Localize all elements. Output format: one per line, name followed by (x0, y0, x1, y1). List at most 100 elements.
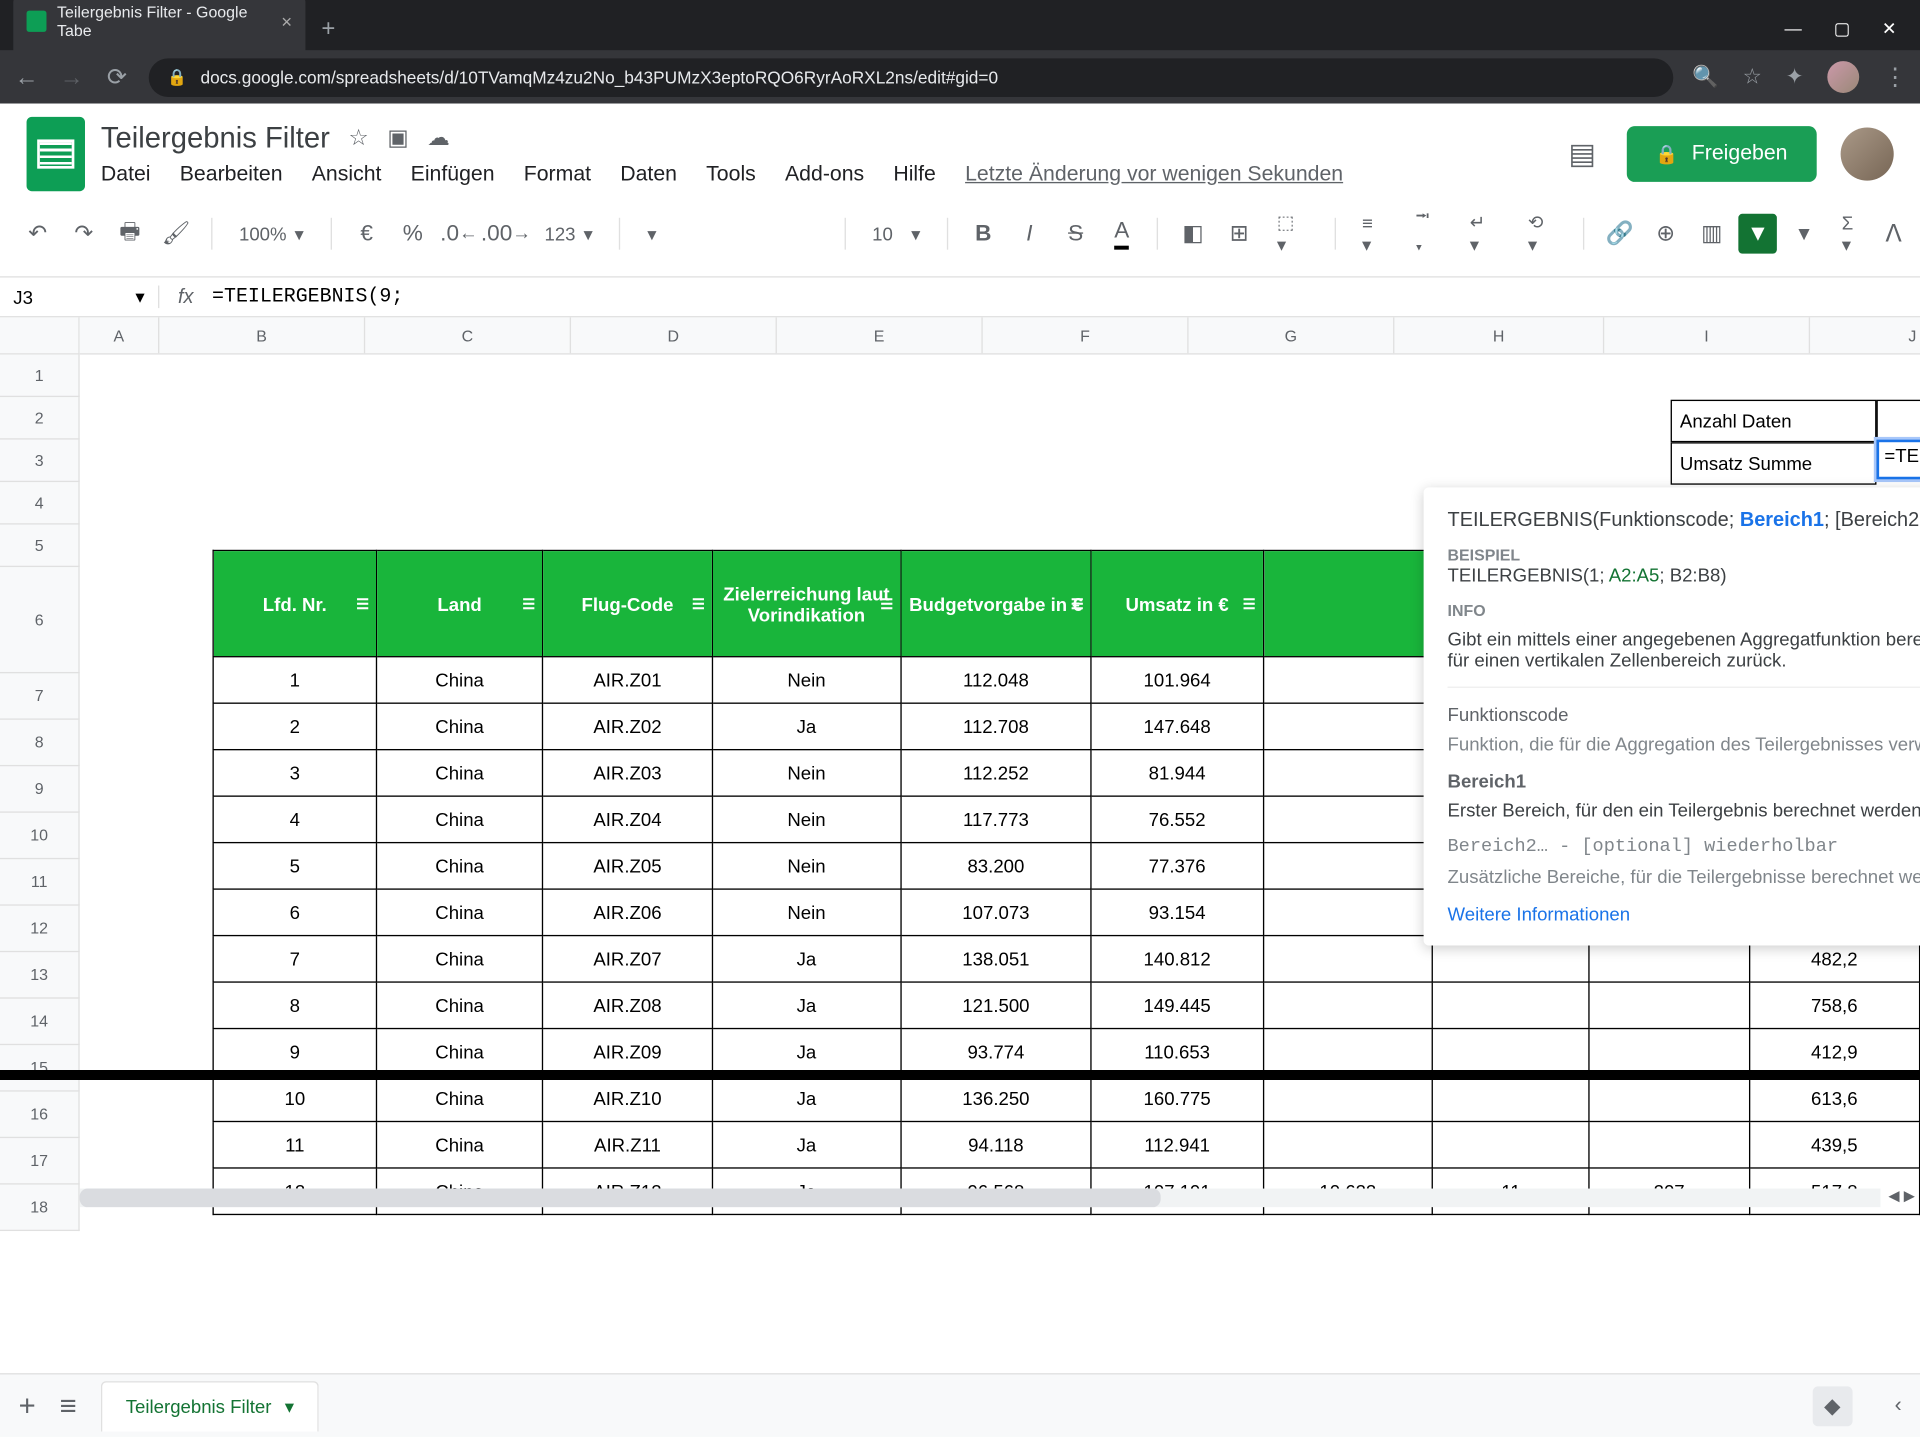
cell[interactable] (1433, 1029, 1590, 1075)
row-header[interactable]: 5 (0, 525, 80, 567)
cell[interactable]: China (377, 796, 543, 842)
undo-icon[interactable]: ↶ (19, 214, 57, 254)
cell[interactable]: China (377, 703, 543, 749)
column-header[interactable]: J (1810, 317, 1920, 353)
cell[interactable]: Nein (712, 843, 900, 889)
cell[interactable]: 758,6 (1749, 982, 1920, 1028)
bookmark-icon[interactable]: ☆ (1743, 64, 1762, 91)
row-header[interactable]: 3 (0, 440, 80, 482)
cell[interactable]: 6 (213, 889, 376, 935)
cell[interactable]: AIR.Z01 (543, 657, 713, 703)
cell[interactable]: 107.073 (901, 889, 1092, 935)
cell[interactable]: 76.552 (1091, 796, 1263, 842)
cell[interactable] (1433, 1121, 1590, 1167)
row-header[interactable]: 9 (0, 766, 80, 812)
chart-icon[interactable]: ▥ (1693, 214, 1731, 254)
side-panel-toggle-icon[interactable]: ‹ (1895, 1394, 1902, 1418)
cell[interactable]: 8 (213, 982, 376, 1028)
cell[interactable]: AIR.Z04 (543, 796, 713, 842)
menu-insert[interactable]: Einfügen (411, 163, 495, 187)
row-header[interactable]: 7 (0, 673, 80, 719)
row-header[interactable]: 6 (0, 567, 80, 673)
cell[interactable]: 613,6 (1749, 1075, 1920, 1121)
extension-icon[interactable]: ✦ (1786, 64, 1804, 91)
close-window-icon[interactable]: ✕ (1882, 19, 1896, 40)
row-header[interactable]: 14 (0, 999, 80, 1045)
row-header[interactable]: 1 (0, 355, 80, 397)
row-header[interactable]: 13 (0, 952, 80, 998)
browser-menu-icon[interactable]: ⋮ (1883, 63, 1907, 91)
cell[interactable]: 101.964 (1091, 657, 1263, 703)
summary-value-1[interactable] (1876, 400, 1920, 442)
cell[interactable]: 112.708 (901, 703, 1092, 749)
cell[interactable]: China (377, 889, 543, 935)
spreadsheet-grid[interactable]: ABCDEFGHIJKL 123456789101112131415161718… (0, 317, 1920, 1273)
forward-icon[interactable]: → (58, 63, 85, 91)
cell[interactable]: Ja (712, 982, 900, 1028)
row-header[interactable]: 10 (0, 813, 80, 859)
redo-icon[interactable]: ↷ (65, 214, 103, 254)
cell[interactable] (1263, 703, 1433, 749)
row-header[interactable]: 8 (0, 720, 80, 766)
cell[interactable] (1263, 889, 1433, 935)
cell[interactable] (1589, 982, 1749, 1028)
move-icon[interactable]: ▣ (387, 125, 408, 152)
cell[interactable]: 112.252 (901, 750, 1092, 796)
cell[interactable]: 94.118 (901, 1121, 1092, 1167)
h-scrollbar[interactable] (80, 1189, 1881, 1208)
sheet-tab-active[interactable]: Teilergebnis Filter ▾ (101, 1380, 320, 1430)
last-edit-link[interactable]: Letzte Änderung vor wenigen Sekunden (965, 163, 1343, 187)
cell[interactable] (1263, 1029, 1433, 1075)
share-button[interactable]: 🔒 Freigeben (1626, 126, 1817, 182)
column-header[interactable]: B (159, 317, 365, 353)
cell[interactable]: 83.200 (901, 843, 1092, 889)
cell[interactable]: 110.653 (1091, 1029, 1263, 1075)
cell[interactable]: China (377, 936, 543, 982)
minimize-icon[interactable]: — (1785, 19, 1802, 40)
cell[interactable]: AIR.Z11 (543, 1121, 713, 1167)
profile-avatar-icon[interactable] (1827, 61, 1859, 93)
cell[interactable]: AIR.Z05 (543, 843, 713, 889)
menu-format[interactable]: Format (524, 163, 591, 187)
row-header[interactable]: 15 (0, 1045, 80, 1091)
currency-icon[interactable]: € (348, 214, 386, 254)
cell[interactable] (1263, 657, 1433, 703)
back-icon[interactable]: ← (13, 63, 40, 91)
cell[interactable]: AIR.Z08 (543, 982, 713, 1028)
cell[interactable]: 149.445 (1091, 982, 1263, 1028)
cell[interactable]: China (377, 657, 543, 703)
row-header[interactable]: 16 (0, 1092, 80, 1138)
cell[interactable] (1263, 1075, 1433, 1121)
column-header[interactable]: H (1394, 317, 1604, 353)
font-size-select[interactable]: 10 ▾ (861, 222, 931, 245)
cell[interactable] (1589, 1075, 1749, 1121)
decrease-decimal-icon[interactable]: .0← (440, 214, 478, 254)
strikethrough-icon[interactable]: S (1057, 214, 1095, 254)
new-tab-button[interactable]: + (305, 7, 351, 51)
user-avatar[interactable] (1841, 127, 1894, 180)
cell[interactable] (1263, 750, 1433, 796)
text-color-icon[interactable]: A (1103, 214, 1141, 254)
rotate-icon[interactable]: ⟲ ▾ (1517, 211, 1567, 256)
cell[interactable]: 138.051 (901, 936, 1092, 982)
formula-input[interactable]: =TEILERGEBNIS(9; (212, 286, 403, 309)
cell[interactable]: Nein (712, 796, 900, 842)
summary-label-2[interactable]: Umsatz Summe (1671, 442, 1877, 484)
row-header[interactable]: 18 (0, 1185, 80, 1231)
cell[interactable]: 9 (213, 1029, 376, 1075)
col-umsatz[interactable]: Umsatz in €☰ (1091, 550, 1263, 656)
column-header[interactable]: G (1189, 317, 1395, 353)
row-header[interactable]: 12 (0, 906, 80, 952)
column-header[interactable]: C (365, 317, 571, 353)
menu-file[interactable]: Datei (101, 163, 151, 187)
star-icon[interactable]: ☆ (348, 125, 368, 152)
cell[interactable]: AIR.Z06 (543, 889, 713, 935)
cloud-status-icon[interactable]: ☁ (427, 125, 450, 152)
active-cell-editor[interactable]: =TEILERGEBNIS(9; (1876, 440, 1920, 480)
col-land[interactable]: Land☰ (377, 550, 543, 656)
cell[interactable]: 3 (213, 750, 376, 796)
cell[interactable]: 147.648 (1091, 703, 1263, 749)
cell[interactable]: AIR.Z10 (543, 1075, 713, 1121)
cell[interactable]: China (377, 843, 543, 889)
merge-cells-icon[interactable]: ⬚ ▾ (1266, 211, 1318, 256)
